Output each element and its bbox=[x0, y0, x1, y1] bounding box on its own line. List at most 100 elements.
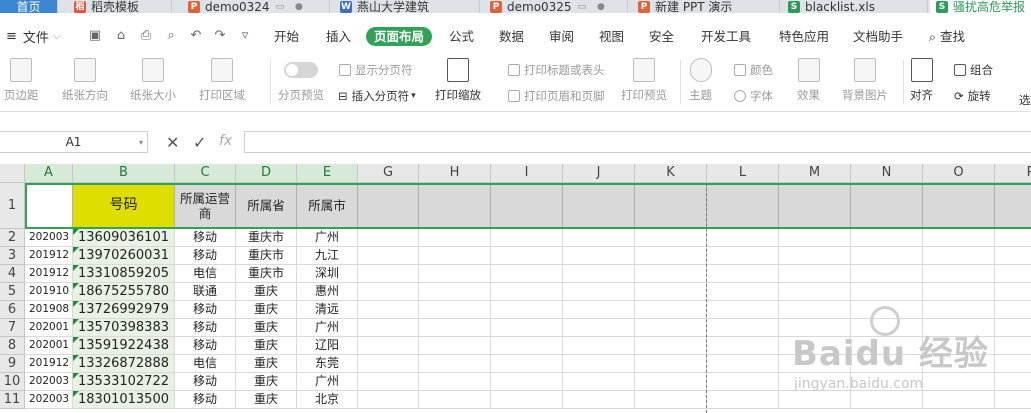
empty-cell[interactable] bbox=[923, 355, 995, 373]
empty-cell[interactable] bbox=[779, 319, 851, 337]
column-header-n[interactable]: N bbox=[851, 164, 923, 183]
empty-cell[interactable] bbox=[707, 391, 779, 409]
column-header-h[interactable]: H bbox=[419, 164, 491, 183]
empty-cell[interactable] bbox=[923, 265, 995, 283]
table-cell-c[interactable]: 移动 bbox=[175, 247, 236, 265]
empty-cell[interactable] bbox=[419, 337, 491, 355]
header-cell-a[interactable] bbox=[25, 183, 73, 229]
table-cell-a[interactable]: 201908 bbox=[25, 301, 73, 319]
select-all-corner[interactable] bbox=[0, 164, 25, 183]
table-cell-e[interactable]: 辽阳 bbox=[297, 337, 358, 355]
empty-cell[interactable] bbox=[635, 355, 707, 373]
empty-cell[interactable] bbox=[358, 319, 419, 337]
row-header-8[interactable]: 8 bbox=[0, 337, 25, 355]
tab-actions-icon[interactable]: ▭ ● bbox=[276, 2, 307, 12]
empty-cell[interactable] bbox=[851, 391, 923, 409]
table-cell-c[interactable]: 电信 bbox=[175, 355, 236, 373]
name-box[interactable]: A1 ▾ bbox=[0, 131, 148, 153]
empty-cell[interactable] bbox=[635, 337, 707, 355]
table-cell-e[interactable]: 东莞 bbox=[297, 355, 358, 373]
table-cell-c[interactable]: 移动 bbox=[175, 229, 236, 247]
empty-cell[interactable] bbox=[491, 391, 563, 409]
table-cell-c[interactable]: 联通 bbox=[175, 283, 236, 301]
table-cell-b[interactable]: 13591922438 bbox=[73, 337, 175, 355]
table-cell-d[interactable]: 重庆市 bbox=[236, 229, 297, 247]
empty-cell[interactable] bbox=[635, 301, 707, 319]
row-header-3[interactable]: 3 bbox=[0, 247, 25, 265]
table-cell-d[interactable]: 重庆 bbox=[236, 337, 297, 355]
spreadsheet-grid[interactable]: ABCDEGHIJKLMNOP 1 2 3 4 5 6 7 8 9 10 11 号码 所属运营商 所属省… bbox=[0, 164, 1031, 413]
table-cell-d[interactable]: 重庆 bbox=[236, 283, 297, 301]
empty-cell[interactable] bbox=[358, 391, 419, 409]
header-cell-empty[interactable] bbox=[995, 183, 1031, 229]
empty-cell[interactable] bbox=[419, 301, 491, 319]
tab-developer[interactable]: 开发工具 bbox=[701, 27, 751, 46]
empty-cell[interactable] bbox=[707, 283, 779, 301]
empty-cell[interactable] bbox=[923, 319, 995, 337]
tab-new-ppt[interactable]: P 新建 PPT 演示 bbox=[632, 0, 780, 13]
empty-cell[interactable] bbox=[707, 229, 779, 247]
table-cell-e[interactable]: 广州 bbox=[297, 319, 358, 337]
header-cell-empty[interactable] bbox=[707, 183, 779, 229]
empty-cell[interactable] bbox=[358, 301, 419, 319]
empty-cell[interactable] bbox=[851, 265, 923, 283]
empty-cell[interactable] bbox=[779, 391, 851, 409]
row-header-9[interactable]: 9 bbox=[0, 355, 25, 373]
tab-special-apps[interactable]: 特色应用 bbox=[779, 27, 829, 46]
table-cell-a[interactable]: 201912 bbox=[25, 247, 73, 265]
print-area-button[interactable]: 打印区域 bbox=[199, 58, 245, 103]
empty-cell[interactable] bbox=[563, 265, 635, 283]
empty-cell[interactable] bbox=[851, 373, 923, 391]
empty-cell[interactable] bbox=[635, 373, 707, 391]
column-header-a[interactable]: A bbox=[25, 164, 73, 183]
save-icon[interactable]: ▣ bbox=[88, 29, 102, 43]
print-titles-button[interactable]: 打印标题或表头 bbox=[508, 62, 605, 78]
empty-cell[interactable] bbox=[635, 283, 707, 301]
empty-cell[interactable] bbox=[419, 391, 491, 409]
empty-cell[interactable] bbox=[419, 319, 491, 337]
empty-cell[interactable] bbox=[995, 283, 1031, 301]
row-header-11[interactable]: 11 bbox=[0, 391, 25, 409]
empty-cell[interactable] bbox=[779, 229, 851, 247]
header-cell-c[interactable]: 所属运营商 bbox=[175, 183, 236, 229]
column-header-p[interactable]: P bbox=[995, 164, 1031, 183]
table-cell-a[interactable]: 202003 bbox=[25, 391, 73, 409]
empty-cell[interactable] bbox=[491, 373, 563, 391]
table-cell-a[interactable]: 201912 bbox=[25, 265, 73, 283]
cancel-icon[interactable]: ✕ bbox=[166, 133, 179, 152]
empty-cell[interactable] bbox=[491, 319, 563, 337]
column-header-b[interactable]: B bbox=[73, 164, 175, 183]
empty-cell[interactable] bbox=[563, 319, 635, 337]
empty-cell[interactable] bbox=[491, 301, 563, 319]
table-cell-b[interactable]: 18301013500 bbox=[73, 391, 175, 409]
empty-cell[interactable] bbox=[491, 337, 563, 355]
empty-cell[interactable] bbox=[851, 337, 923, 355]
table-cell-a[interactable]: 202001 bbox=[25, 337, 73, 355]
header-cell-b[interactable]: 号码 bbox=[73, 183, 175, 229]
tab-data[interactable]: 数据 bbox=[499, 27, 524, 46]
file-menu[interactable]: ≡ 文件 ⌵ bbox=[6, 24, 61, 48]
tab-insert[interactable]: 插入 bbox=[326, 27, 351, 46]
rotate-button[interactable]: ⟳ 旋转 bbox=[954, 88, 991, 104]
empty-cell[interactable] bbox=[358, 337, 419, 355]
empty-cell[interactable] bbox=[779, 265, 851, 283]
empty-cell[interactable] bbox=[995, 319, 1031, 337]
tab-blacklist[interactable]: Sblacklist.xls bbox=[782, 0, 928, 13]
page-break-preview-toggle[interactable]: 分页预览 bbox=[278, 62, 324, 103]
column-header-k[interactable]: K bbox=[635, 164, 707, 183]
empty-cell[interactable] bbox=[923, 337, 995, 355]
redo-icon[interactable]: ↷ bbox=[213, 29, 227, 43]
empty-cell[interactable] bbox=[491, 229, 563, 247]
column-header-d[interactable]: D bbox=[236, 164, 297, 183]
table-cell-e[interactable]: 广州 bbox=[297, 373, 358, 391]
select-button[interactable]: 选 bbox=[1019, 92, 1031, 108]
empty-cell[interactable] bbox=[491, 283, 563, 301]
empty-cell[interactable] bbox=[491, 355, 563, 373]
effects-button[interactable]: 效果 bbox=[797, 58, 820, 103]
empty-cell[interactable] bbox=[923, 301, 995, 319]
column-header-g[interactable]: G bbox=[358, 164, 419, 183]
table-cell-d[interactable]: 重庆 bbox=[236, 355, 297, 373]
empty-cell[interactable] bbox=[995, 229, 1031, 247]
table-cell-d[interactable]: 重庆 bbox=[236, 301, 297, 319]
row-header-2[interactable]: 2 bbox=[0, 229, 25, 247]
